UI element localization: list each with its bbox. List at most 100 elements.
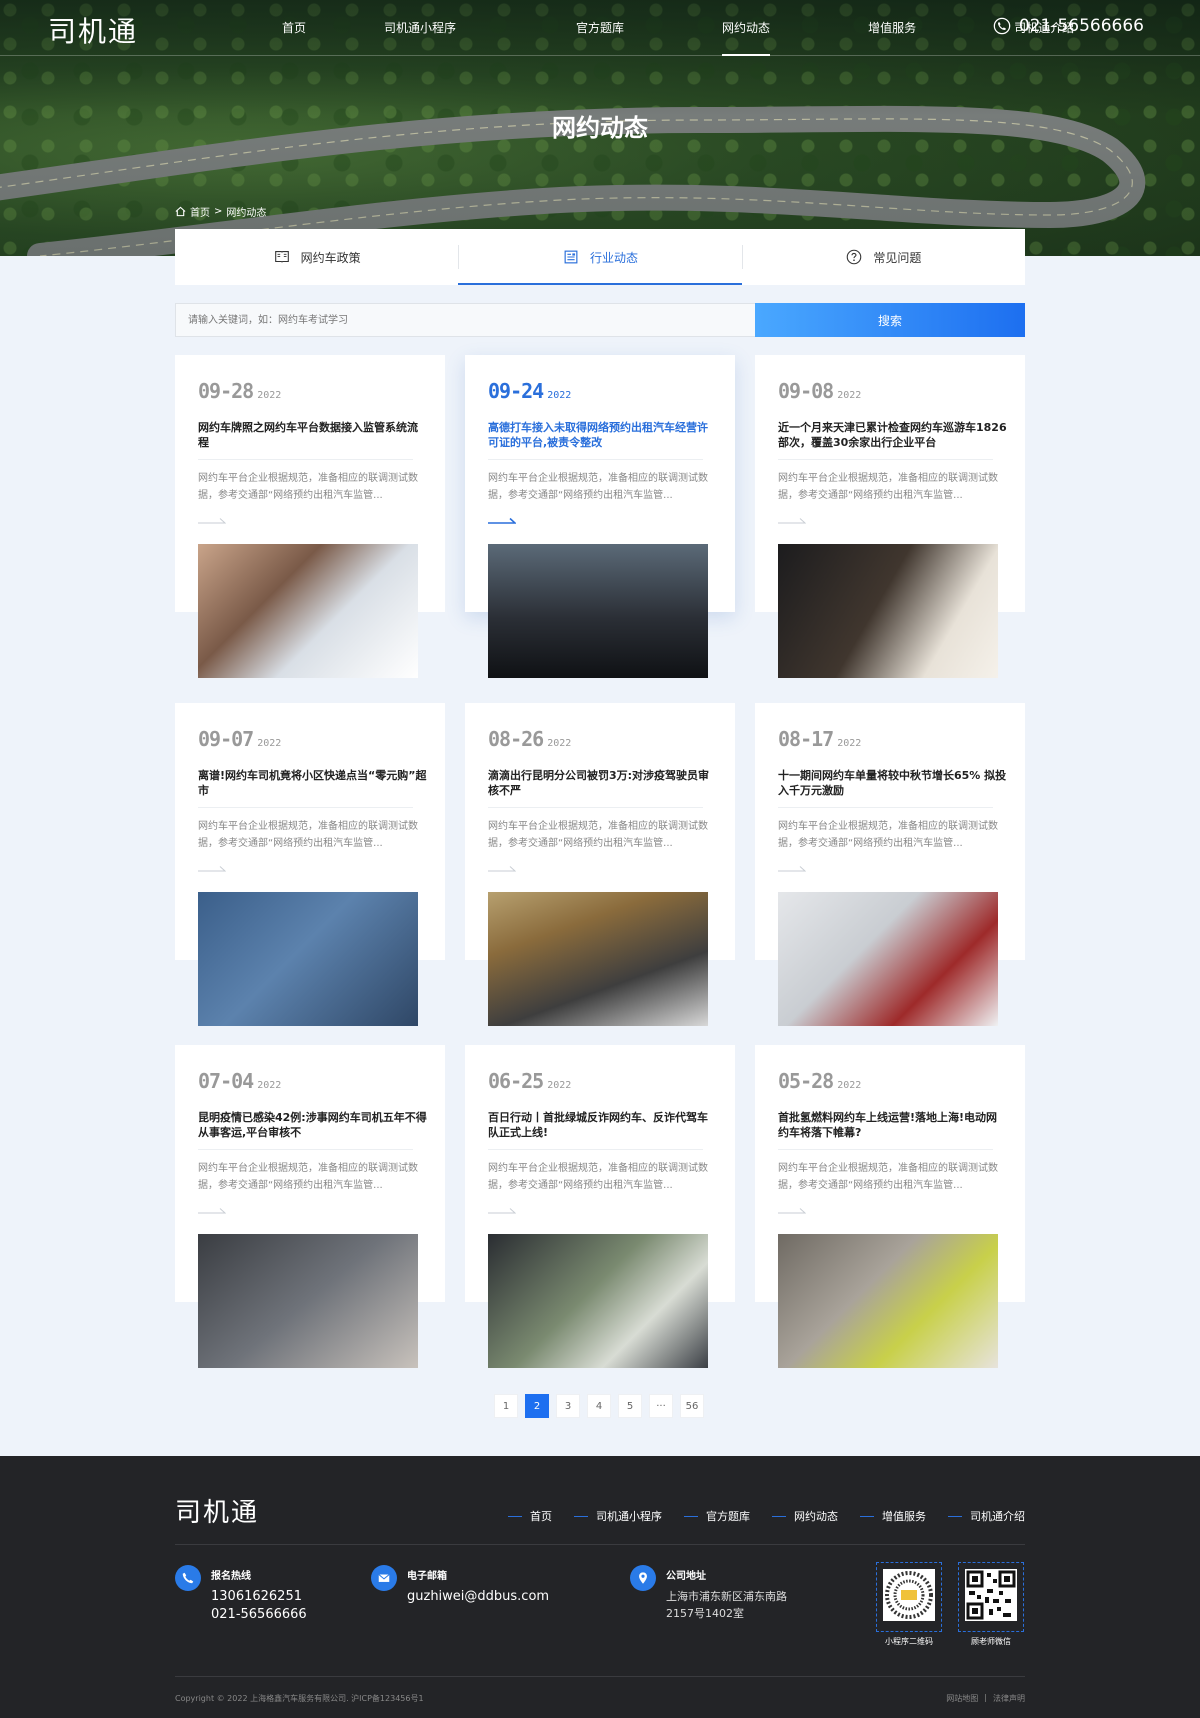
- footer-email: 电子邮箱 guzhiwei@ddbus.com: [371, 1565, 549, 1606]
- seatbelt-photo[interactable]: [198, 1234, 418, 1368]
- arrow-right-icon[interactable]: [488, 865, 516, 873]
- tab-industry-news[interactable]: 行业动态: [458, 229, 742, 285]
- happy-couple-car-photo[interactable]: [778, 892, 998, 1026]
- article-summary: 网约车平台企业根据规范，准备相应的联调测试数据，参考交通部“网络预约出租汽车监管…: [198, 821, 418, 849]
- article-title[interactable]: 首批氢燃料网约车上线运营!落地上海!电动网约车将落下帷幕?: [778, 1110, 1008, 1142]
- sitemap-link[interactable]: 网站地图: [946, 1693, 978, 1704]
- arrow-right-icon[interactable]: [198, 1207, 226, 1215]
- email-value[interactable]: guzhiwei@ddbus.com: [407, 1588, 549, 1606]
- article-date-day: 07-04: [198, 1069, 254, 1093]
- phone-icon: [993, 17, 1011, 35]
- article-divider: [198, 459, 413, 460]
- page-title: 网约动态: [552, 114, 648, 142]
- article-card[interactable]: 09-07 2022 离谱!网约车司机竟将小区快递点当“零元购”超市 网约车平台企业根…: [175, 703, 445, 1026]
- footer-divider: [175, 1544, 1025, 1545]
- breadcrumb-current: 网约动态: [226, 208, 267, 219]
- article-divider: [778, 459, 993, 460]
- article-title[interactable]: 近一个月来天津已累计检查网约车巡游车1826部次，覆盖30余家出行企业平台: [778, 420, 1008, 452]
- arrow-right-icon[interactable]: [778, 1207, 806, 1215]
- footer-nav-item-3[interactable]: 网约动态: [772, 1508, 838, 1524]
- pagination-page[interactable]: 56: [680, 1394, 704, 1418]
- wechat-qr-code: [965, 1569, 1017, 1621]
- footer-legal-links: 网站地图 | 法律声明: [946, 1693, 1025, 1704]
- article-date: 05-28 2022: [778, 1069, 861, 1093]
- article-title[interactable]: 昆明疫情已感染42例:涉事网约车司机五年不得从事客运,平台审核不: [198, 1110, 428, 1142]
- pagination-page[interactable]: 5: [618, 1394, 642, 1418]
- footer-nav-item-1[interactable]: 司机通小程序: [574, 1508, 662, 1524]
- breadcrumb-home[interactable]: 首页: [190, 204, 210, 219]
- arrow-right-icon[interactable]: [778, 517, 806, 525]
- arrow-right-icon[interactable]: [198, 865, 226, 873]
- pagination-page[interactable]: 4: [587, 1394, 611, 1418]
- article-title[interactable]: 百日行动丨首批绿城反诈网约车、反诈代驾车队正式上线!: [488, 1110, 718, 1142]
- article-date-year: 2022: [257, 390, 282, 401]
- article-card[interactable]: 08-17 2022 十一期间网约车单量将较中秋节增长65% 拟投入千万元激励 网约车…: [755, 703, 1025, 1026]
- address-line-2: 2157号1402室: [666, 1607, 744, 1620]
- footer-nav-item-5[interactable]: 司机通介绍: [948, 1508, 1025, 1524]
- article-date: 07-04 2022: [198, 1069, 281, 1093]
- article-title[interactable]: 离谱!网约车司机竟将小区快递点当“零元购”超市: [198, 768, 428, 800]
- nav-item-4[interactable]: 增值服务: [868, 0, 916, 56]
- article-card[interactable]: 09-28 2022 网约车牌照之网约车平台数据接入监管系统流程 网约车平台企业根据规…: [175, 355, 445, 678]
- header-phone: 021-56566666: [993, 16, 1144, 36]
- article-card[interactable]: 05-28 2022 首批氢燃料网约车上线运营!落地上海!电动网约车将落下帷幕? 网约…: [755, 1045, 1025, 1368]
- navigation-screen-photo[interactable]: [488, 1234, 708, 1368]
- article-date-day: 09-07: [198, 727, 254, 751]
- nav-item-1[interactable]: 司机通小程序: [384, 0, 456, 56]
- footer-nav-item-0[interactable]: 首页: [508, 1508, 552, 1524]
- arrow-right-icon[interactable]: [488, 517, 516, 525]
- category-tabs: 网约车政策 行业动态 常见问题: [175, 229, 1025, 285]
- article-date-day: 08-26: [488, 727, 544, 751]
- article-date: 09-24 2022: [488, 379, 571, 403]
- news-list-icon: [564, 250, 578, 264]
- car-door-photo[interactable]: [778, 544, 998, 678]
- header-phone-number: 021-56566666: [1018, 16, 1144, 36]
- article-card[interactable]: 08-26 2022 滴滴出行昆明分公司被罚3万:对涉疫驾驶员审核不严 网约车平台企业…: [465, 703, 735, 1026]
- search-input[interactable]: [175, 303, 755, 337]
- footer-logo[interactable]: 司机通: [175, 1492, 259, 1529]
- article-title[interactable]: 滴滴出行昆明分公司被罚3万:对涉疫驾驶员审核不严: [488, 768, 718, 800]
- article-card[interactable]: 09-08 2022 近一个月来天津已累计检查网约车巡游车1826部次，覆盖30余家…: [755, 355, 1025, 678]
- arrow-right-icon[interactable]: [778, 865, 806, 873]
- tab-policy-label: 网约车政策: [300, 250, 361, 265]
- article-summary: 网约车平台企业根据规范，准备相应的联调测试数据，参考交通部“网络预约出租汽车监管…: [778, 821, 998, 849]
- tab-industry-news-label: 行业动态: [589, 250, 638, 265]
- site-logo[interactable]: 司机通: [48, 10, 138, 50]
- nav-item-3[interactable]: 网约动态: [722, 0, 771, 56]
- legal-link[interactable]: 法律声明: [993, 1693, 1025, 1704]
- article-date-day: 09-24: [488, 379, 544, 403]
- article-summary: 网约车平台企业根据规范，准备相应的联调测试数据，参考交通部“网络预约出租汽车监管…: [778, 1163, 998, 1191]
- arrow-right-icon[interactable]: [488, 1207, 516, 1215]
- taxi-street-photo[interactable]: [778, 1234, 998, 1368]
- nav-item-0[interactable]: 首页: [282, 0, 306, 56]
- search-button[interactable]: 搜索: [755, 303, 1025, 337]
- article-title[interactable]: 高德打车接入未取得网络预约出租汽车经营许可证的平台,被责令整改: [488, 420, 718, 452]
- article-title[interactable]: 网约车牌照之网约车平台数据接入监管系统流程: [198, 420, 428, 452]
- footer-nav-item-4[interactable]: 增值服务: [860, 1508, 926, 1524]
- qr-miniprogram-caption: 小程序二维码: [885, 1637, 933, 1646]
- phone-payment-photo[interactable]: [198, 544, 418, 678]
- tab-faq[interactable]: 常见问题: [741, 229, 1025, 285]
- article-date: 09-08 2022: [778, 379, 861, 403]
- article-card[interactable]: 06-25 2022 百日行动丨首批绿城反诈网约车、反诈代驾车队正式上线! 网约车平台…: [465, 1045, 735, 1368]
- article-title[interactable]: 十一期间网约车单量将较中秋节增长65% 拟投入千万元激励: [778, 768, 1008, 800]
- footer-nav-item-2[interactable]: 官方题库: [684, 1508, 750, 1524]
- article-card[interactable]: 07-04 2022 昆明疫情已感染42例:涉事网约车司机五年不得从事客运,平台审核…: [175, 1045, 445, 1368]
- nav-item-2[interactable]: 官方题库: [576, 0, 624, 56]
- miniprogram-qr-code: [883, 1569, 935, 1621]
- arrow-right-icon[interactable]: [198, 517, 226, 525]
- main-nav: 首页 司机通小程序 官方题库 网约动态 增值服务 司机通介绍: [282, 0, 1074, 56]
- denim-phone-photo[interactable]: [198, 892, 418, 1026]
- pagination-page[interactable]: 3: [556, 1394, 580, 1418]
- dashboard-phone-photo[interactable]: [488, 544, 708, 678]
- pagination-page[interactable]: 1: [494, 1394, 518, 1418]
- hotline-landline: 021-56566666: [211, 1607, 307, 1622]
- tab-policy[interactable]: 网约车政策: [175, 229, 458, 285]
- qr-miniprogram: 小程序二维码: [876, 1562, 942, 1647]
- article-date: 09-28 2022: [198, 379, 281, 403]
- roadside-car-photo[interactable]: [488, 892, 708, 1026]
- pagination-page[interactable]: 2: [525, 1394, 549, 1418]
- article-divider: [488, 459, 703, 460]
- article-card[interactable]: 09-24 2022 高德打车接入未取得网络预约出租汽车经营许可证的平台,被责令整改…: [465, 355, 735, 678]
- footer-nav: 首页 司机通小程序 官方题库 网约动态 增值服务 司机通介绍: [508, 1508, 1025, 1524]
